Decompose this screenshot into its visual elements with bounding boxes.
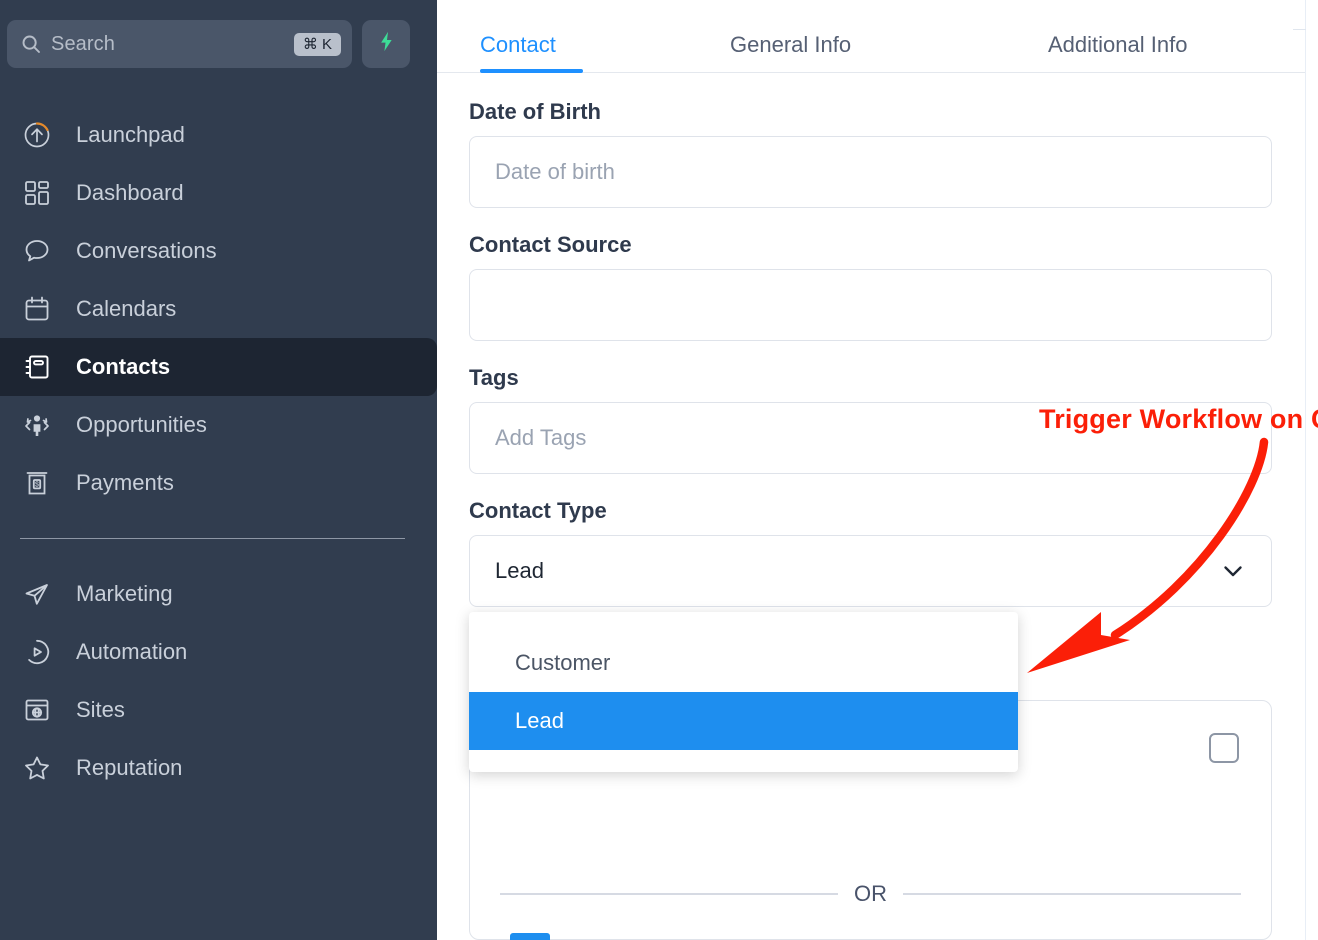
sidebar-item-launchpad[interactable]: Launchpad bbox=[0, 106, 437, 164]
lightning-bolt-icon bbox=[375, 30, 398, 58]
sidebar-item-marketing[interactable]: Marketing bbox=[0, 565, 437, 623]
sidebar-item-label: Calendars bbox=[76, 296, 177, 321]
contact-source-input[interactable] bbox=[469, 269, 1272, 341]
top-right-rule bbox=[1293, 29, 1306, 30]
paper-plane-icon bbox=[22, 579, 52, 609]
tab-contact[interactable]: Contact bbox=[480, 32, 730, 73]
sidebar-item-reputation[interactable]: Reputation bbox=[0, 739, 437, 797]
person-arrows-icon bbox=[22, 410, 52, 440]
date-of-birth-input[interactable]: Date of birth bbox=[469, 136, 1272, 208]
star-icon bbox=[22, 753, 52, 783]
or-divider: OR bbox=[500, 881, 1241, 907]
dashboard-grid-icon bbox=[22, 178, 52, 208]
dropdown-option-customer[interactable]: Customer bbox=[469, 634, 1018, 692]
or-divider-line-right bbox=[903, 893, 1241, 895]
sidebar-item-label: Dashboard bbox=[76, 180, 184, 205]
contact-source-label: Contact Source bbox=[469, 232, 632, 257]
svg-text:$: $ bbox=[35, 482, 39, 489]
sidebar-item-sites[interactable]: Sites bbox=[0, 681, 437, 739]
sidebar-item-label: Sites bbox=[76, 697, 125, 722]
sidebar-item-label: Launchpad bbox=[76, 122, 185, 147]
app-root: Search ⌘ K Launchpad Dashboard Conversat… bbox=[0, 0, 1318, 940]
quick-action-button[interactable] bbox=[362, 20, 410, 68]
sidebar-item-opportunities[interactable]: Opportunities bbox=[0, 396, 437, 454]
dropdown-option-label: Lead bbox=[515, 708, 564, 733]
sidebar-item-label: Automation bbox=[76, 639, 188, 664]
contact-type-label: Contact Type bbox=[469, 498, 607, 523]
sidebar-item-conversations[interactable]: Conversations bbox=[0, 222, 437, 280]
rocket-launch-icon bbox=[22, 120, 52, 150]
sidebar-item-label: Conversations bbox=[76, 238, 217, 263]
tab-label: General Info bbox=[730, 32, 852, 57]
contact-type-value: Lead bbox=[495, 558, 544, 583]
browser-globe-icon bbox=[22, 695, 52, 725]
tab-label: Additional Info bbox=[1048, 32, 1188, 57]
contact-detail-pane: Contact General Info Additional Info Dat… bbox=[437, 0, 1318, 940]
sidebar-item-label: Reputation bbox=[76, 755, 183, 780]
sidebar-item-calendars[interactable]: Calendars bbox=[0, 280, 437, 338]
dropdown-option-lead[interactable]: Lead bbox=[469, 692, 1018, 750]
sidebar-item-payments[interactable]: $ Payments bbox=[0, 454, 437, 512]
or-divider-label: OR bbox=[854, 881, 887, 906]
field-date-of-birth: Date of Birth Date of birth bbox=[469, 99, 1272, 208]
sidebar-nav-primary: Launchpad Dashboard Conversations Calend… bbox=[0, 106, 437, 512]
or-divider-line-left bbox=[500, 893, 838, 895]
receipt-dollar-icon: $ bbox=[22, 468, 52, 498]
sidebar-item-label: Contacts bbox=[76, 354, 171, 379]
sidebar-divider bbox=[20, 538, 405, 539]
chevron-down-icon bbox=[1220, 558, 1246, 584]
contact-type-dropdown: Customer Lead bbox=[469, 612, 1018, 772]
sidebar-item-dashboard[interactable]: Dashboard bbox=[0, 164, 437, 222]
field-contact-type: Contact Type Lead bbox=[469, 498, 1272, 607]
sidebar-item-automation[interactable]: Automation bbox=[0, 623, 437, 681]
primary-action-button[interactable] bbox=[510, 933, 550, 940]
search-placeholder: Search bbox=[51, 32, 115, 55]
calendar-icon bbox=[22, 294, 52, 324]
sidebar: Search ⌘ K Launchpad Dashboard Conversat… bbox=[0, 0, 437, 940]
tags-placeholder: Add Tags bbox=[495, 425, 587, 450]
date-of-birth-placeholder: Date of birth bbox=[495, 159, 615, 184]
consent-checkbox[interactable] bbox=[1209, 733, 1239, 763]
sidebar-search-row: Search ⌘ K bbox=[0, 0, 437, 68]
search-input[interactable]: Search ⌘ K bbox=[7, 20, 352, 68]
contact-tabs: Contact General Info Additional Info bbox=[437, 0, 1305, 73]
annotation-text: Trigger Workflow on Change bbox=[1039, 404, 1318, 434]
sidebar-item-contacts[interactable]: Contacts bbox=[0, 338, 437, 396]
dropdown-option-label: Customer bbox=[515, 650, 611, 675]
sidebar-nav-secondary: Marketing Automation Sites Reputation bbox=[0, 565, 437, 797]
contact-book-icon bbox=[22, 352, 52, 382]
date-of-birth-label: Date of Birth bbox=[469, 99, 601, 124]
contact-form: Date of Birth Date of birth Contact Sour… bbox=[437, 73, 1318, 607]
sidebar-item-label: Marketing bbox=[76, 581, 173, 606]
right-divider bbox=[1305, 0, 1306, 940]
sidebar-item-label: Payments bbox=[76, 470, 174, 495]
tab-general-info[interactable]: General Info bbox=[730, 32, 1048, 72]
search-shortcut-badge: ⌘ K bbox=[293, 32, 341, 56]
tab-additional-info[interactable]: Additional Info bbox=[1048, 32, 1187, 72]
play-circle-icon bbox=[22, 637, 52, 667]
tab-label: Contact bbox=[480, 32, 556, 57]
sidebar-item-label: Opportunities bbox=[76, 412, 207, 437]
search-icon bbox=[21, 34, 41, 54]
contact-type-select[interactable]: Lead bbox=[469, 535, 1272, 607]
tags-label: Tags bbox=[469, 365, 519, 390]
field-contact-source: Contact Source bbox=[469, 232, 1272, 341]
chat-bubble-icon bbox=[22, 236, 52, 266]
